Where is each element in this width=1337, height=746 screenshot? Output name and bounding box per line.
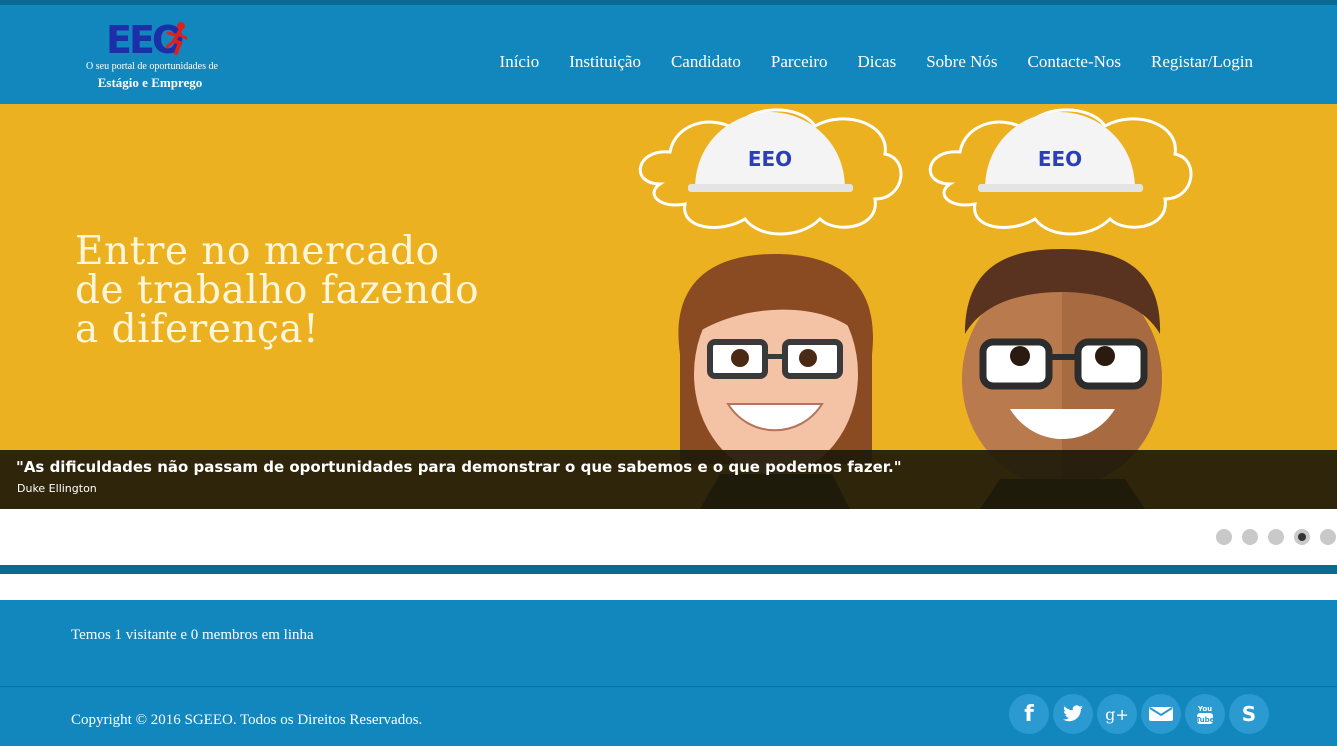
hero-headline-line: a diferença!: [75, 307, 320, 352]
svg-text:You: You: [1197, 705, 1212, 713]
main-nav: Início Instituição Candidato Parceiro Di…: [485, 51, 1268, 73]
email-icon[interactable]: [1141, 694, 1181, 734]
site-footer: Temos 1 visitante e 0 membros em linha C…: [0, 600, 1337, 746]
slider-dot[interactable]: [1242, 529, 1258, 545]
nav-item-candidato[interactable]: Candidato: [656, 51, 756, 73]
logo-tagline: O seu portal de oportunidades de: [86, 61, 218, 72]
caption-author: Duke Ellington: [17, 482, 97, 495]
slide-caption: "As dificuldades não passam de oportunid…: [0, 450, 1337, 509]
facebook-icon[interactable]: f: [1009, 694, 1049, 734]
helmet-left: EEO: [688, 112, 853, 192]
hero-headline: Entre no mercado de trabalho fazendo a d…: [75, 232, 479, 349]
slider-dot-active[interactable]: [1294, 529, 1310, 545]
section-divider: [0, 565, 1337, 574]
svg-text:Tube: Tube: [1196, 716, 1214, 724]
nav-item-dicas[interactable]: Dicas: [843, 51, 912, 73]
logo-subtitle: Estágio e Emprego: [97, 75, 203, 90]
site-logo[interactable]: EEO O seu portal de oportunidades de Est…: [72, 19, 232, 99]
section-spacer: [0, 574, 1337, 600]
hero-illustration: EEO EEO: [638, 108, 1193, 509]
nav-item-contacte-nos[interactable]: Contacte-Nos: [1013, 51, 1136, 73]
helmet-right: EEO: [978, 112, 1143, 192]
skype-icon[interactable]: S: [1229, 694, 1269, 734]
hero-slider[interactable]: Entre no mercado de trabalho fazendo a d…: [0, 104, 1337, 509]
youtube-icon[interactable]: You Tube: [1185, 694, 1225, 734]
nav-item-inicio[interactable]: Início: [485, 51, 555, 73]
runner-icon: [165, 22, 188, 55]
online-visitors: Temos 1 visitante e 0 membros em linha: [71, 627, 314, 643]
caption-quote: "As dificuldades não passam de oportunid…: [16, 458, 902, 476]
helmet-left-label: EEO: [748, 147, 792, 171]
nav-item-registar-login[interactable]: Registar/Login: [1136, 51, 1268, 73]
slider-dot[interactable]: [1216, 529, 1232, 545]
slider-pagination: [1216, 529, 1336, 545]
helmet-right-label: EEO: [1038, 147, 1082, 171]
nav-item-parceiro[interactable]: Parceiro: [756, 51, 843, 73]
footer-divider: [0, 686, 1337, 687]
site-header: EEO O seu portal de oportunidades de Est…: [0, 5, 1337, 104]
slider-dot[interactable]: [1268, 529, 1284, 545]
twitter-icon[interactable]: [1053, 694, 1093, 734]
nav-item-sobre-nos[interactable]: Sobre Nós: [911, 51, 1012, 73]
copyright-text: Copyright © 2016 SGEEO. Todos os Direito…: [71, 712, 423, 728]
hero-headline-line: de trabalho fazendo: [75, 268, 480, 313]
google-plus-icon[interactable]: g+: [1097, 694, 1137, 734]
nav-item-instituicao[interactable]: Instituição: [554, 51, 656, 73]
social-links: f g+ You Tube S: [1009, 694, 1269, 734]
hero-headline-line: Entre no mercado: [75, 229, 440, 274]
slider-dot[interactable]: [1320, 529, 1336, 545]
